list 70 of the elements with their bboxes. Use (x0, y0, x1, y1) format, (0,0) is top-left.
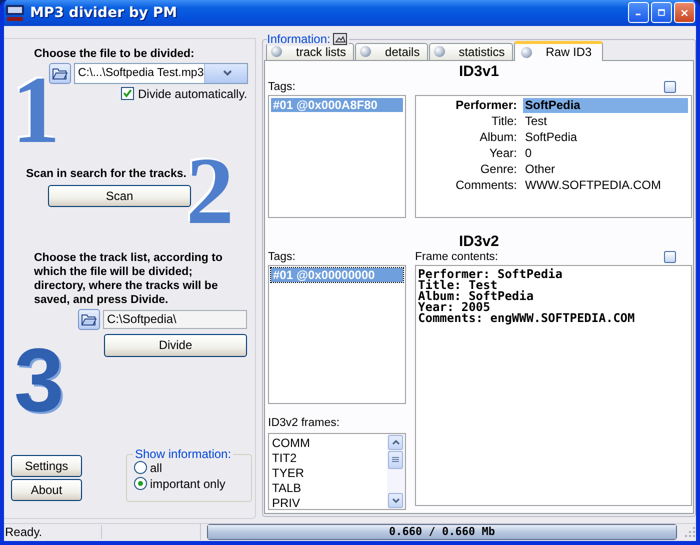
maximize-button[interactable] (651, 2, 672, 24)
tab[interactable]: details (355, 42, 428, 60)
scroll-thumb-icon[interactable] (392, 456, 399, 463)
frame-item[interactable]: PRIV (272, 496, 384, 511)
field-label: Performer: (454, 98, 517, 113)
frames-list[interactable]: COMM TIT2 TYER TALB PRIV (268, 432, 406, 510)
app-logo-icon (6, 4, 24, 22)
window-title: MP3 divider by PM (30, 4, 178, 21)
step-label: Choose the file to be divided: (34, 48, 196, 60)
scroll-up-icon (392, 440, 400, 445)
maximize-icon (658, 7, 665, 18)
progress-reading: 0.660 / 0.660 Mb (388, 525, 496, 540)
field-label: Frame contents: (415, 250, 498, 265)
frame-content-line: Year: 2005 (418, 302, 490, 313)
radio-button[interactable] (134, 461, 147, 474)
field-value[interactable]: SoftPedia (523, 98, 688, 113)
status-text: Ready. (4, 525, 102, 540)
field-value[interactable]: WWW.SOFTPEDIA.COM (523, 178, 688, 193)
frame-item[interactable]: TIT2 (272, 450, 384, 466)
field-label: Album: (478, 130, 517, 145)
toggle-button[interactable] (664, 250, 676, 263)
field-label: ID3v2 frames: (268, 416, 341, 431)
checkbox-label: Divide automatically. (138, 86, 248, 101)
section-heading: ID3v1 (458, 62, 500, 81)
close-icon (681, 8, 688, 18)
field-label: Year: (488, 146, 517, 161)
field-label: Tags: (268, 250, 296, 265)
open-folder-button[interactable] (78, 308, 100, 330)
step-label: Choose the track list, according to which the file will be divided; directory, where the tracks will be saved, and press Divide. (34, 250, 224, 307)
scrollbar[interactable] (387, 434, 405, 509)
step-number: 1 (12, 62, 60, 158)
picture-frame-icon[interactable] (333, 32, 348, 45)
folder-icon (52, 66, 68, 80)
step-number: 3 (14, 348, 64, 416)
field-value[interactable]: Test (523, 114, 688, 129)
field-value[interactable]: Other (523, 162, 688, 177)
folder-icon (81, 312, 97, 326)
field-label: Title: (490, 114, 517, 129)
step-label: Scan in search for the tracks. (26, 168, 188, 180)
frame-content-line: Album: SoftPedia (418, 290, 535, 302)
field-label: Tags: (268, 80, 296, 95)
dialog-button[interactable]: Settings (11, 454, 82, 477)
field-label: Comments: (454, 178, 517, 193)
directory-field[interactable]: C:\Softpedia\ (103, 310, 247, 329)
section-heading: ID3v2 (458, 232, 500, 251)
scan-button[interactable]: Scan (48, 184, 191, 207)
radio-label: important only (150, 476, 226, 491)
frame-item[interactable]: TYER (272, 466, 384, 481)
checkbox[interactable] (121, 87, 134, 100)
close-button[interactable] (674, 2, 695, 24)
tab[interactable]: Raw ID3 (514, 40, 603, 61)
radio-label: all (150, 460, 162, 475)
scroll-down-icon (392, 498, 400, 503)
minimize-button[interactable] (628, 2, 649, 24)
tab[interactable]: statistics (428, 42, 513, 60)
frame-content-line: Comments: engWWW.SOFTPEDIA.COM (418, 312, 636, 324)
dialog-button[interactable]: About (11, 478, 82, 501)
field-value[interactable]: SoftPedia (523, 130, 688, 145)
frame-item[interactable]: TALB (272, 480, 384, 496)
toggle-button[interactable] (664, 80, 676, 93)
frame-content-line: Performer: SoftPedia (418, 268, 564, 280)
file-combo[interactable]: C:\...\Softpedia Test.mp3 (74, 62, 248, 84)
frame-item[interactable]: COMM (272, 436, 384, 451)
field-value[interactable]: 0 (523, 146, 688, 161)
divide-button[interactable]: Divide (104, 334, 247, 357)
frame-content-line: Title: Test (418, 280, 498, 291)
group-label: Show information: (133, 446, 234, 461)
field-label: Genre: (479, 162, 517, 177)
resize-grip-icon[interactable] (684, 526, 696, 538)
radio-button[interactable] (134, 477, 147, 490)
